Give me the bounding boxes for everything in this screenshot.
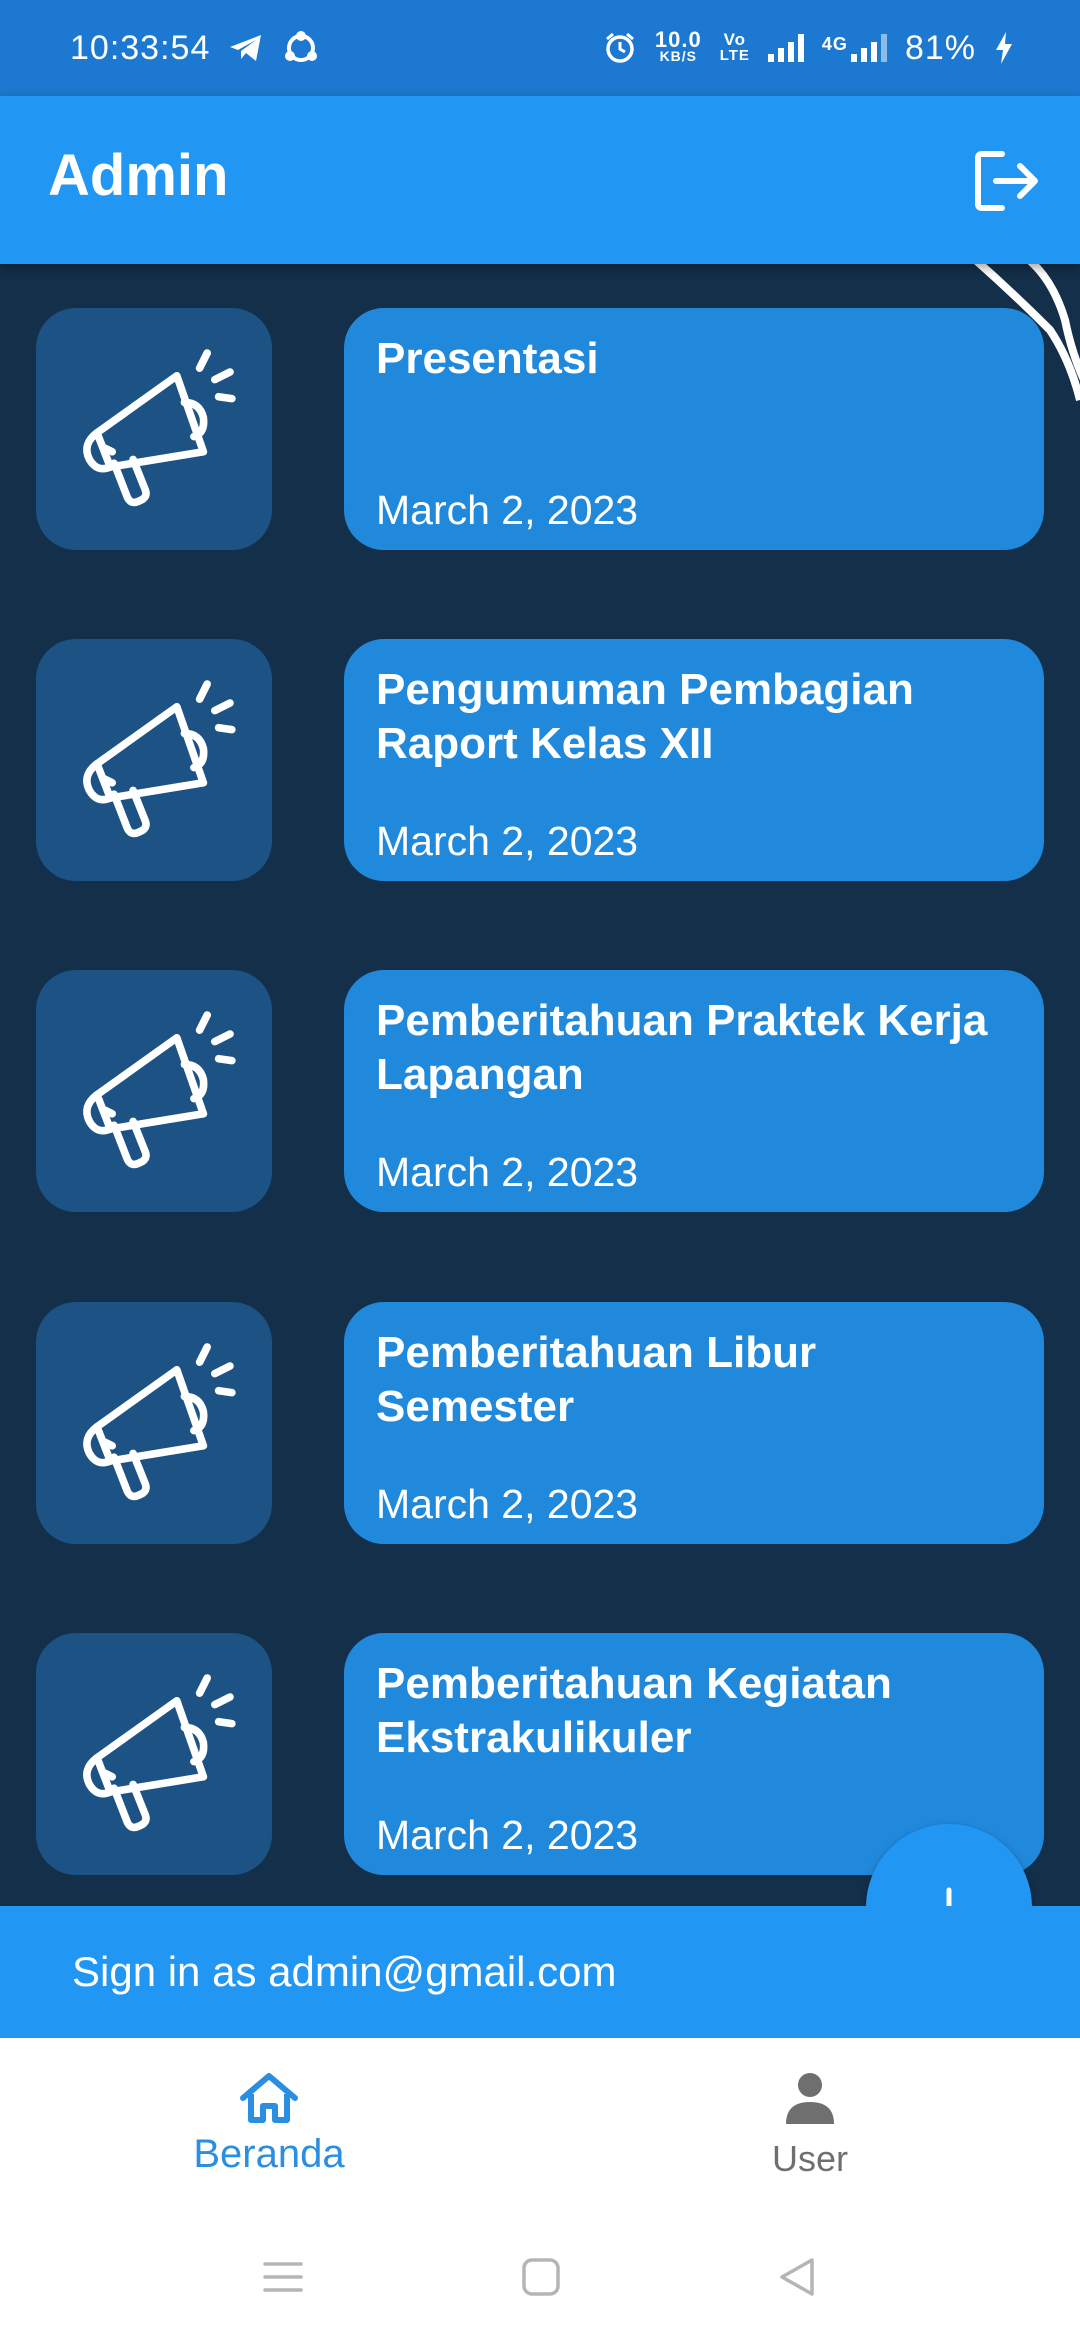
home-icon [240, 2073, 298, 2123]
announcement-title: Pengumuman Pembagian Raport Kelas XII [376, 665, 914, 768]
announcement-row[interactable]: Pemberitahuan Praktek Kerja Lapangan Mar… [0, 970, 1080, 1212]
announcement-icon-tile [36, 1302, 272, 1544]
megaphone-icon [83, 1674, 236, 1832]
nav-label-beranda: Beranda [193, 2132, 345, 2176]
nav-item-beranda[interactable]: Beranda [119, 2070, 419, 2177]
charging-icon [996, 32, 1012, 64]
announcement-icon-tile [36, 970, 272, 1212]
person-icon [786, 2073, 834, 2124]
share-sync-icon [285, 31, 318, 62]
announcement-card[interactable]: Pemberitahuan Libur Semester March 2, 20… [344, 1302, 1044, 1544]
nav-label-user: User [771, 2138, 848, 2179]
announcement-title: Pemberitahuan Libur Semester [376, 1328, 817, 1431]
announcement-card[interactable]: Presentasi March 2, 2023 [344, 308, 1044, 550]
app-bar: Admin [0, 96, 1080, 264]
announcement-row[interactable]: Pemberitahuan Libur Semester March 2, 20… [0, 1302, 1080, 1544]
network-4g-indicator: 4G [822, 34, 887, 62]
announcement-list[interactable]: Presentasi March 2, 2023 Pengumuman Pemb… [0, 264, 1080, 1906]
announcement-title: Pemberitahuan Praktek Kerja Lapangan [376, 996, 988, 1099]
status-left: 10:33:54 [70, 29, 320, 68]
announcement-date: March 2, 2023 [376, 1481, 639, 1527]
home-button-icon[interactable] [520, 2256, 562, 2298]
net-speed: 10.0 KB/S [654, 27, 702, 65]
logout-icon[interactable] [972, 146, 1042, 216]
announcement-row[interactable]: Presentasi March 2, 2023 [0, 308, 1080, 550]
alarm-icon [605, 32, 634, 63]
megaphone-icon [83, 1343, 236, 1501]
megaphone-icon [83, 349, 236, 507]
volte-top: Vo [723, 30, 747, 49]
net-speed-value: 10.0 [654, 27, 702, 52]
back-icon[interactable] [776, 2256, 818, 2298]
recent-apps-icon[interactable] [262, 2256, 304, 2298]
announcement-icon-tile [36, 639, 272, 881]
announcement-icon-tile [36, 308, 272, 550]
net-speed-unit: KB/S [659, 48, 698, 64]
status-time: 10:33:54 [70, 28, 211, 67]
announcement-icon-tile [36, 1633, 272, 1875]
telegram-icon [230, 35, 262, 61]
signal-4g-icon [850, 34, 887, 62]
system-nav-bar [0, 2220, 1080, 2340]
status-right: 10.0 KB/S Vo LTE 4G 81% [603, 29, 1014, 68]
status-bar: 10:33:54 10.0 KB/S Vo LTE 4G 81% [0, 0, 1080, 96]
volte-bottom: LTE [719, 47, 750, 64]
announcement-title: Presentasi [376, 334, 599, 383]
signal-strength-icon [767, 34, 804, 62]
announcement-row[interactable]: Pengumuman Pembagian Raport Kelas XII Ma… [0, 639, 1080, 881]
announcement-card[interactable]: Pemberitahuan Praktek Kerja Lapangan Mar… [344, 970, 1044, 1212]
announcement-date: March 2, 2023 [376, 818, 639, 864]
announcement-title: Pemberitahuan Kegiatan Ekstrakulikuler [376, 1659, 892, 1762]
signin-text: Sign in as admin@gmail.com [72, 1948, 617, 1995]
bottom-nav: Beranda User [0, 2038, 1080, 2220]
network-type: 4G [821, 34, 848, 54]
announcement-card[interactable]: Pengumuman Pembagian Raport Kelas XII Ma… [344, 639, 1044, 881]
volte-indicator: Vo LTE [719, 30, 750, 64]
megaphone-icon [83, 1011, 236, 1169]
battery-percent: 81% [904, 28, 976, 67]
signin-banner: Sign in as admin@gmail.com [0, 1906, 1080, 2038]
page-title: Admin [48, 143, 229, 208]
megaphone-icon [83, 680, 236, 838]
announcement-date: March 2, 2023 [376, 1149, 639, 1195]
announcement-date: March 2, 2023 [376, 487, 639, 533]
nav-item-user[interactable]: User [660, 2070, 960, 2180]
announcement-date: March 2, 2023 [376, 1812, 639, 1858]
